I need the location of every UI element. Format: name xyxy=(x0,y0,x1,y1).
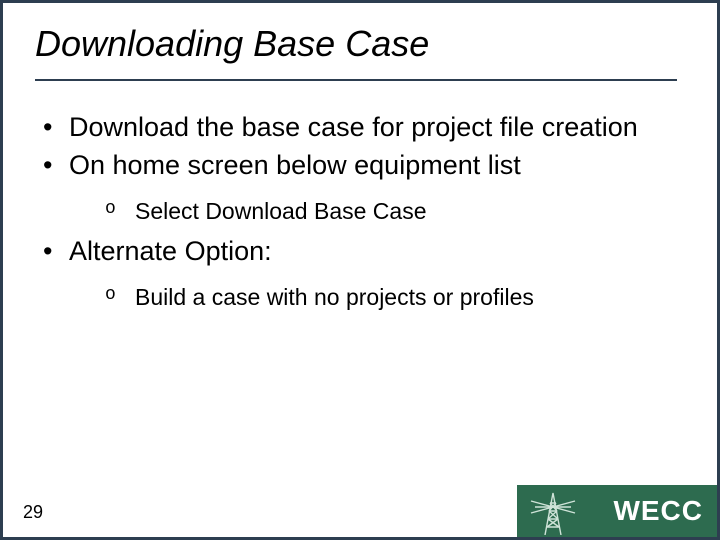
slide: Downloading Base Case Download the base … xyxy=(0,0,720,540)
sub-bullet-text: Select Download Base Case xyxy=(135,198,427,224)
page-number: 29 xyxy=(23,502,43,523)
sub-bullet-item: Select Download Base Case xyxy=(69,197,677,226)
bullet-item: Download the base case for project file … xyxy=(43,111,677,145)
wecc-logo: WECC xyxy=(517,485,717,537)
slide-body: Download the base case for project file … xyxy=(3,81,717,312)
sub-bullet-list: Build a case with no projects or profile… xyxy=(69,283,677,312)
sub-bullet-text: Build a case with no projects or profile… xyxy=(135,284,534,310)
bullet-item: Alternate Option: Build a case with no p… xyxy=(43,235,677,312)
tower-icon xyxy=(525,487,581,535)
bullet-list: Download the base case for project file … xyxy=(43,111,677,312)
bullet-text: Alternate Option: xyxy=(69,236,272,266)
slide-title: Downloading Base Case xyxy=(3,3,717,75)
bullet-item: On home screen below equipment list Sele… xyxy=(43,149,677,226)
bullet-text: On home screen below equipment list xyxy=(69,150,521,180)
bullet-text: Download the base case for project file … xyxy=(69,112,638,142)
sub-bullet-item: Build a case with no projects or profile… xyxy=(69,283,677,312)
sub-bullet-list: Select Download Base Case xyxy=(69,197,677,226)
logo-text: WECC xyxy=(613,495,703,527)
